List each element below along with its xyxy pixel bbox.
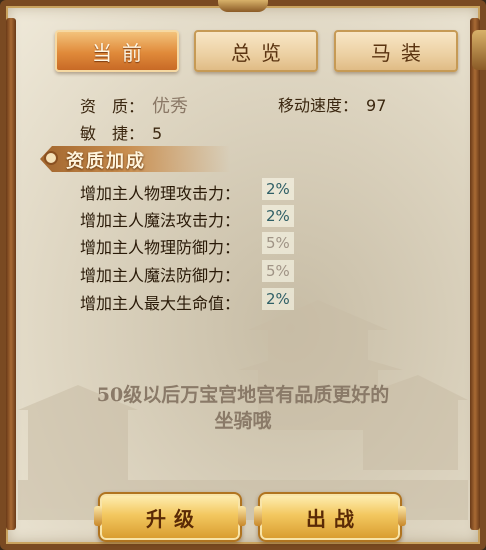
tab-mount-gear[interactable]: 马装	[334, 30, 458, 72]
left-frame-rail	[6, 18, 16, 530]
mount-panel	[0, 0, 486, 550]
section-title: 资质加成	[66, 151, 146, 172]
bonus-value: 2%	[262, 288, 294, 310]
quality-label: 资 质：	[80, 97, 145, 116]
battle-button-label: 出战	[306, 506, 362, 531]
button-side-ornament	[94, 506, 102, 526]
quality-value: 优秀	[152, 96, 189, 117]
upgrade-button[interactable]: 升级	[94, 492, 246, 542]
bonus-value: 5%	[262, 232, 294, 254]
bonus-label: 增加主人物理防御力：	[80, 238, 241, 257]
agility-value: 5	[152, 124, 163, 143]
upgrade-button-label: 升级	[146, 506, 202, 531]
top-ornament	[218, 0, 268, 12]
hint-line-2: 坐骑哦	[214, 410, 272, 432]
speed-stat: 移动速度： 97	[278, 92, 386, 116]
bonus-label: 增加主人魔法攻击力：	[80, 211, 241, 230]
bonus-label: 增加主人物理攻击力：	[80, 184, 241, 203]
agility-stat: 敏 捷： 5	[80, 120, 162, 144]
button-side-ornament	[238, 506, 246, 526]
tab-current[interactable]: 当前	[55, 30, 179, 72]
right-frame-rail	[470, 18, 480, 530]
button-side-ornament	[398, 506, 406, 526]
battle-button[interactable]: 出战	[254, 492, 406, 542]
speed-label: 移动速度：	[278, 96, 359, 115]
side-ornament	[472, 30, 486, 70]
speed-value: 97	[366, 96, 387, 115]
agility-label: 敏 捷：	[80, 124, 145, 143]
bonus-value: 5%	[262, 260, 294, 282]
hint-message: 50级以后万宝宫地宫有品质更好的 坐骑哦	[60, 382, 426, 434]
hint-line-1: 50级以后万宝宫地宫有品质更好的	[96, 384, 390, 406]
button-side-ornament	[254, 506, 262, 526]
bonus-label: 增加主人最大生命值：	[80, 294, 241, 313]
bonus-value: 2%	[262, 205, 294, 227]
bonus-value: 2%	[262, 178, 294, 200]
banner-bullet-icon	[46, 153, 56, 163]
tab-overview[interactable]: 总览	[194, 30, 318, 72]
bonus-label: 增加主人魔法防御力：	[80, 266, 241, 285]
quality-stat: 资 质： 优秀	[80, 92, 188, 118]
